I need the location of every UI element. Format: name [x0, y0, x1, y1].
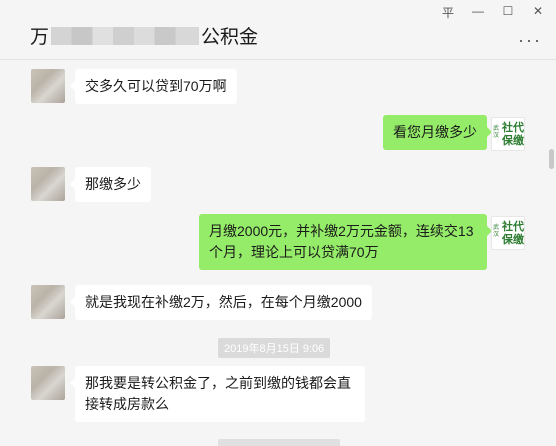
avatar[interactable] [31, 366, 65, 400]
title-prefix: 万 [30, 27, 50, 48]
avatar[interactable] [31, 69, 65, 103]
message-bubble[interactable]: 月缴2000元，并补缴2万元金额，连续交13个月，理论上可以贷满70万 [199, 214, 492, 270]
scrollbar[interactable] [549, 149, 554, 169]
message-bubble[interactable]: 看您月缴多少 [383, 115, 492, 150]
message-bubble[interactable]: 就是我现在补缴2万，然后，在每个月缴2000 [70, 285, 372, 320]
chat-title: 万 公积金 [30, 22, 258, 49]
avatar[interactable]: 武汉 社代 保缴 [491, 117, 525, 151]
maximize-icon[interactable]: ☐ [500, 4, 516, 21]
chat-header: 万 公积金 平 — ☐ ✕ ··· [0, 0, 556, 60]
title-suffix: 公积金 [201, 27, 259, 48]
avatar[interactable] [31, 285, 65, 319]
message-list[interactable]: 交多久可以贷到70万啊 看您月缴多少 武汉 社代 保缴 那缴多少 月缴2000元，… [0, 61, 556, 446]
timestamp: 2019年8月15日 9:06 [218, 338, 331, 358]
message-bubble[interactable]: 那缴多少 [70, 167, 151, 202]
close-icon[interactable]: ✕ [530, 4, 546, 21]
minimize-icon[interactable]: — [470, 4, 486, 21]
timestamp-partial [218, 439, 340, 446]
logo-small-text: 武汉 [493, 225, 500, 238]
avatar[interactable]: 武汉 社代 保缴 [491, 216, 525, 250]
logo-small-text: 武汉 [493, 126, 500, 139]
more-dots-icon[interactable]: ··· [518, 30, 542, 51]
redacted-name [51, 26, 200, 45]
window-controls: 平 — ☐ ✕ [440, 4, 546, 21]
logo-big-text: 社代 保缴 [502, 122, 524, 147]
pin-icon[interactable]: 平 [440, 4, 456, 21]
avatar[interactable] [31, 167, 65, 201]
logo-big-text: 社代 保缴 [502, 221, 524, 246]
message-bubble[interactable]: 交多久可以贷到70万啊 [70, 69, 237, 104]
message-bubble[interactable]: 那我要是转公积金了，之前到缴的钱都会直接转成房款么 [70, 366, 365, 422]
